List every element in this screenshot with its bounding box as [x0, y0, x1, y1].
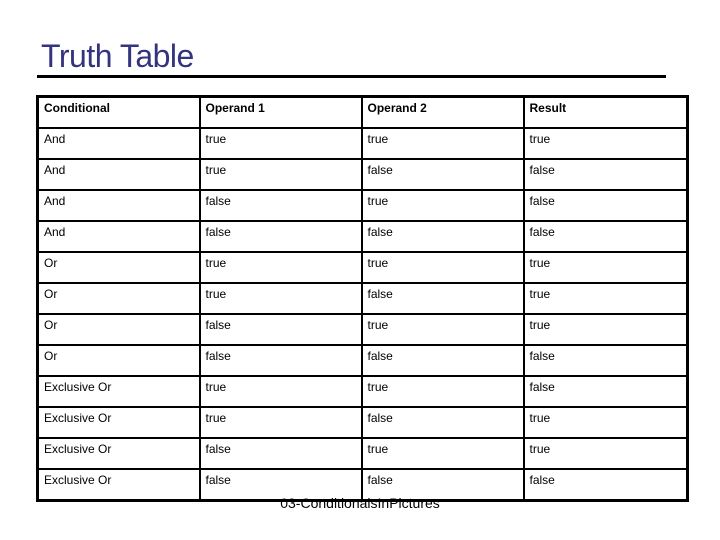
header-conditional: Conditional [36, 95, 201, 129]
cell-operand-1: false [198, 220, 363, 253]
cell-operand-2: false [360, 158, 525, 191]
slide-title: Truth Table [41, 38, 194, 74]
cell-operand-2: false [360, 344, 525, 377]
cell-result: false [522, 375, 689, 408]
cell-conditional: And [36, 158, 201, 191]
cell-conditional: And [36, 127, 201, 160]
cell-conditional: Or [36, 313, 201, 346]
table-row: Exclusive Or true false true [36, 406, 689, 439]
cell-result: true [522, 437, 689, 470]
title-divider [37, 75, 666, 78]
table-row: Or false true true [36, 313, 689, 346]
table-row: Or false false false [36, 344, 689, 377]
cell-operand-2: false [360, 406, 525, 439]
table-header-row: Conditional Operand 1 Operand 2 Result [36, 95, 689, 129]
cell-result: false [522, 344, 689, 377]
cell-operand-1: true [198, 158, 363, 191]
cell-operand-2: false [360, 282, 525, 315]
truth-table: Conditional Operand 1 Operand 2 Result A… [36, 95, 689, 502]
cell-operand-1: false [198, 189, 363, 222]
table-body: And true true true And true false false And false… [36, 127, 689, 502]
cell-result: true [522, 282, 689, 315]
cell-conditional: Exclusive Or [36, 375, 201, 408]
cell-result: true [522, 406, 689, 439]
table-row: Or true true true [36, 251, 689, 284]
cell-conditional: Or [36, 282, 201, 315]
cell-conditional: Or [36, 251, 201, 284]
cell-operand-2: true [360, 313, 525, 346]
cell-operand-2: true [360, 189, 525, 222]
cell-conditional: Exclusive Or [36, 406, 201, 439]
cell-result: false [522, 220, 689, 253]
cell-operand-2: true [360, 127, 525, 160]
cell-result: true [522, 313, 689, 346]
header-result: Result [522, 95, 689, 129]
cell-operand-1: true [198, 127, 363, 160]
cell-result: true [522, 127, 689, 160]
cell-operand-1: true [198, 251, 363, 284]
cell-operand-2: true [360, 437, 525, 470]
cell-conditional: Exclusive Or [36, 437, 201, 470]
cell-result: false [522, 158, 689, 191]
cell-operand-1: false [198, 437, 363, 470]
header-operand-2: Operand 2 [360, 95, 525, 129]
cell-operand-1: false [198, 313, 363, 346]
table-row: Exclusive Or true true false [36, 375, 689, 408]
cell-operand-1: false [198, 344, 363, 377]
cell-operand-1: true [198, 406, 363, 439]
cell-conditional: Or [36, 344, 201, 377]
header-operand-1: Operand 1 [198, 95, 363, 129]
table-row: Exclusive Or false true true [36, 437, 689, 470]
cell-conditional: And [36, 220, 201, 253]
cell-conditional: And [36, 189, 201, 222]
cell-operand-2: true [360, 375, 525, 408]
cell-operand-1: true [198, 282, 363, 315]
cell-result: false [522, 189, 689, 222]
table-row: And true false false [36, 158, 689, 191]
cell-result: true [522, 251, 689, 284]
slide-footer: 03-ConditionalsInPictures [280, 495, 440, 511]
cell-operand-2: true [360, 251, 525, 284]
table-row: And false true false [36, 189, 689, 222]
table-row: And false false false [36, 220, 689, 253]
cell-operand-1: true [198, 375, 363, 408]
table-row: Or true false true [36, 282, 689, 315]
cell-operand-2: false [360, 220, 525, 253]
table-row: And true true true [36, 127, 689, 160]
